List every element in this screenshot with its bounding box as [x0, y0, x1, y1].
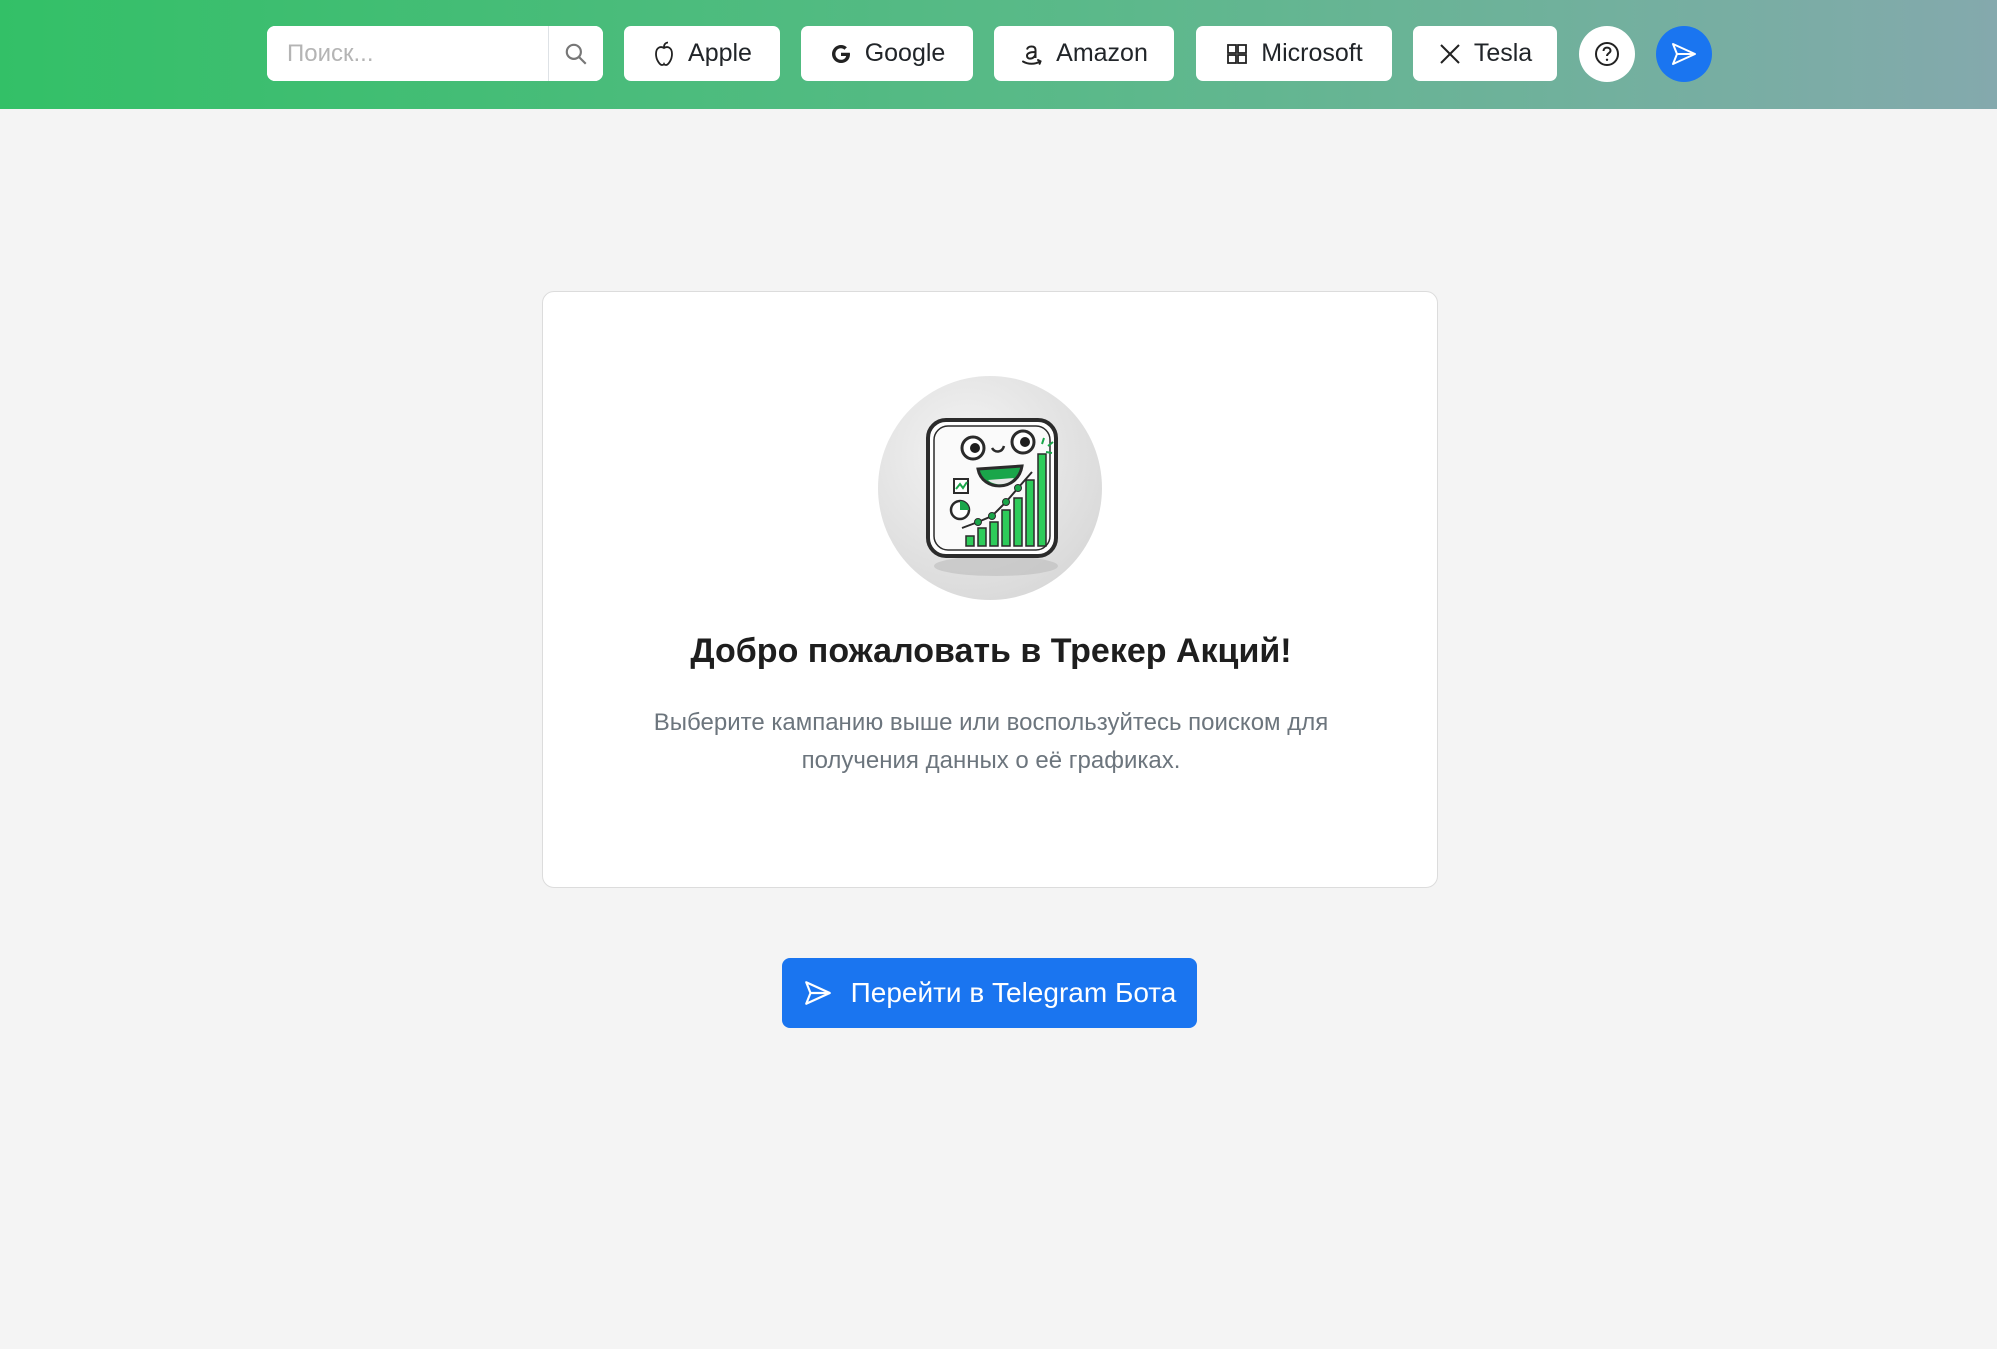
company-button-amazon[interactable]: Amazon — [994, 26, 1174, 81]
search-input[interactable] — [267, 26, 548, 81]
top-navbar: Apple Google Amazon Microsoft Tesla — [0, 0, 1997, 109]
microsoft-icon — [1227, 43, 1248, 64]
search-group — [267, 26, 603, 81]
company-button-tesla[interactable]: Tesla — [1413, 26, 1557, 81]
company-label: Microsoft — [1261, 39, 1363, 67]
x-icon — [1440, 43, 1460, 64]
company-button-microsoft[interactable]: Microsoft — [1196, 26, 1392, 81]
welcome-description: Выберите кампанию выше или воспользуйтес… — [653, 709, 1329, 774]
company-label: Apple — [688, 39, 752, 67]
send-icon — [804, 981, 831, 1005]
telegram-bot-button[interactable]: Перейти в Telegram Бота — [782, 958, 1197, 1028]
company-button-google[interactable]: Google — [801, 26, 973, 81]
welcome-card: Добро пожаловать в Трекер Акций! Выберит… — [542, 291, 1438, 888]
telegram-button[interactable] — [1656, 26, 1712, 82]
search-button[interactable] — [548, 26, 603, 81]
telegram-bot-label: Перейти в Telegram Бота — [850, 977, 1177, 1008]
welcome-title: Добро пожаловать в Трекер Акций! — [690, 632, 1292, 670]
company-label: Google — [864, 39, 946, 67]
search-icon — [565, 43, 587, 65]
amazon-icon — [1022, 44, 1042, 65]
send-icon — [1672, 43, 1696, 65]
company-button-apple[interactable]: Apple — [624, 26, 780, 81]
google-icon — [831, 44, 850, 63]
question-circle-icon — [1595, 42, 1619, 66]
company-label: Tesla — [1473, 39, 1533, 67]
apple-icon — [655, 41, 673, 66]
chart-mascot-icon — [878, 376, 1102, 600]
help-button[interactable] — [1579, 26, 1635, 82]
company-label: Amazon — [1056, 39, 1148, 67]
